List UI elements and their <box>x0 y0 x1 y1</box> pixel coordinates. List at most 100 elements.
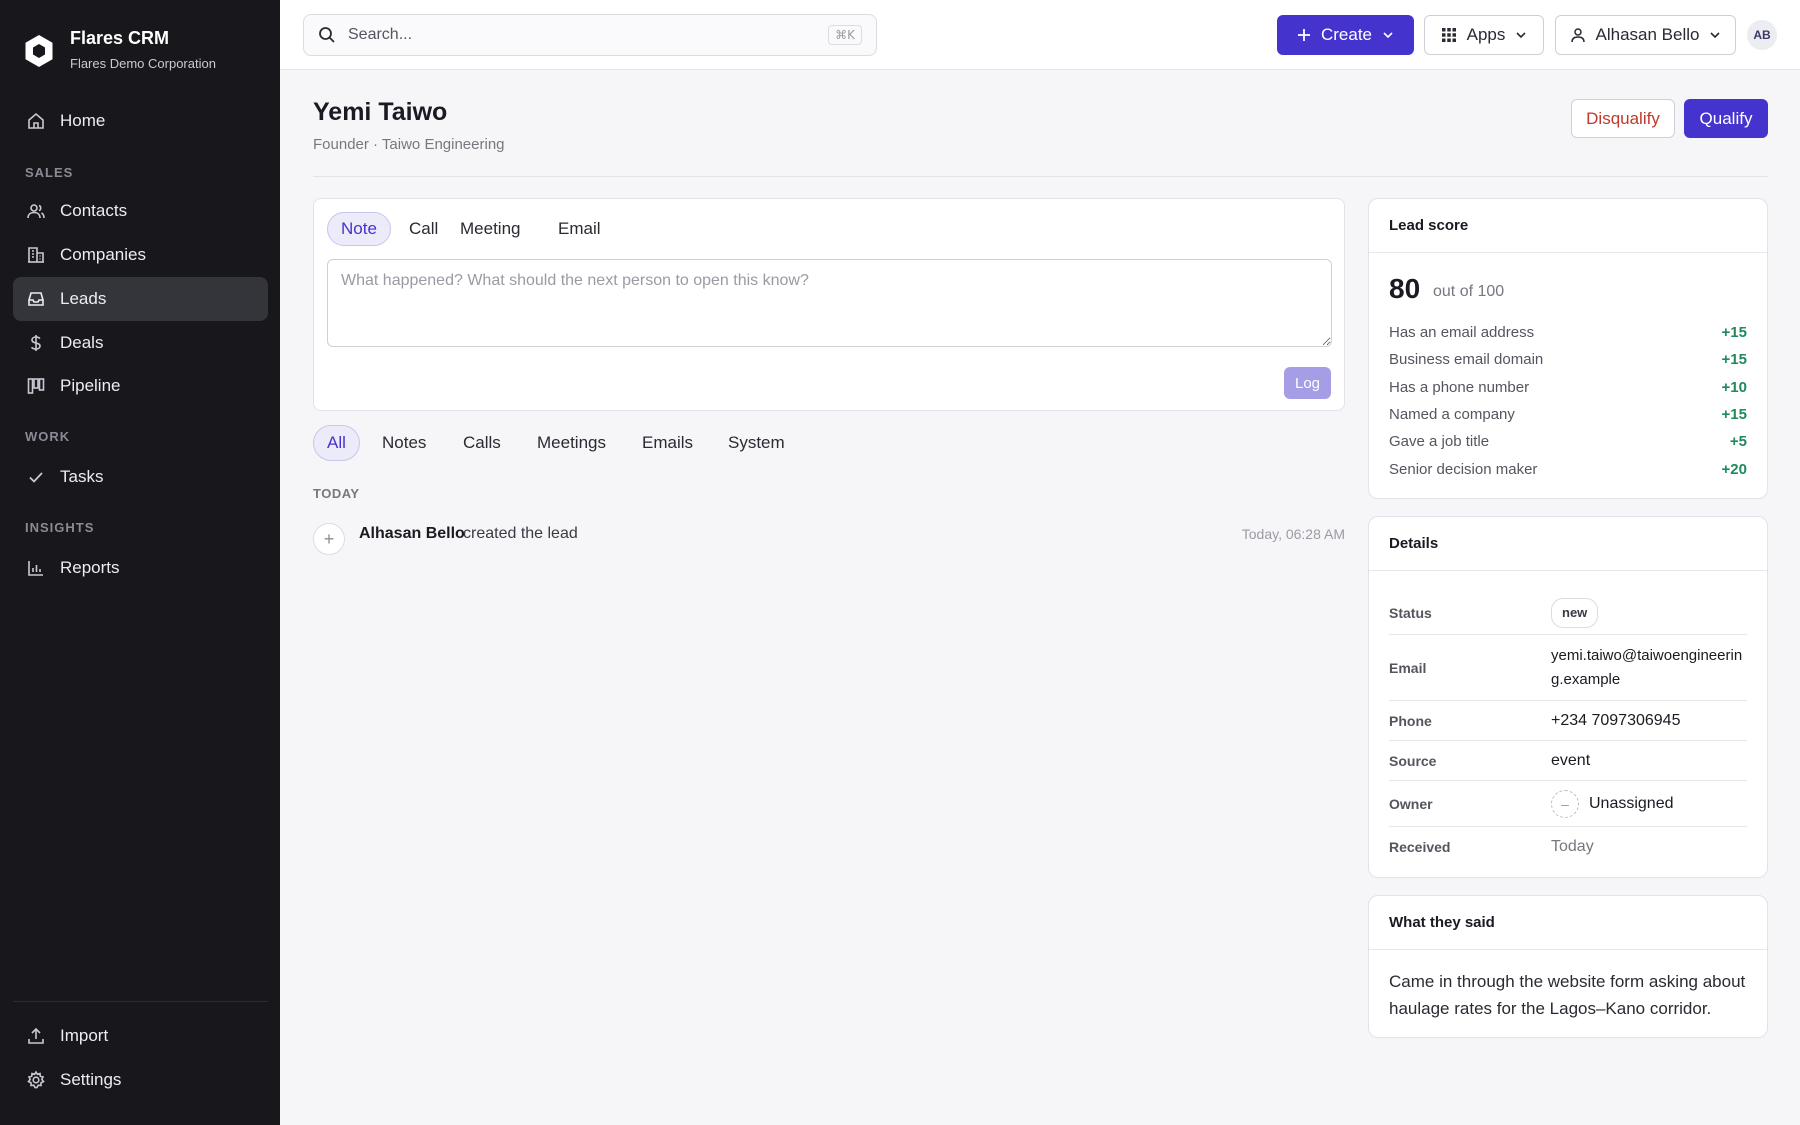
timeline-actor[interactable]: Alhasan Bello <box>359 524 465 544</box>
sidebar-item-label: Companies <box>60 245 146 264</box>
score-row: Has an email address +15 <box>1389 323 1747 341</box>
detail-row-received: Received Today <box>1389 827 1747 867</box>
check-icon <box>29 472 43 483</box>
card-divider <box>1369 570 1767 571</box>
sidebar-item-contacts[interactable]: Contacts <box>13 189 268 233</box>
minus-icon: – <box>1551 789 1579 818</box>
avatar[interactable]: AB <box>1747 20 1777 50</box>
card-divider <box>1369 252 1767 253</box>
sidebar-item-label: Import <box>60 1026 109 1045</box>
status-badge: new <box>1551 597 1599 628</box>
gear-icon <box>27 1070 45 1089</box>
sidebar-item-label: Reports <box>60 558 120 577</box>
lead-score-value: 80 <box>1389 273 1421 304</box>
timeline-group-label: TODAY <box>313 486 360 501</box>
sidebar-item-leads[interactable]: Leads <box>13 277 268 321</box>
chevron-down-icon <box>1383 32 1393 39</box>
sidebar-section-work: WORK <box>25 429 71 444</box>
tab-call[interactable]: Call <box>396 212 451 246</box>
top-bar: ⌘K Create Apps Alhasan Bello AB <box>280 0 1800 70</box>
lead-score-card: Lead score 80 out of 100 Has an email ad… <box>1368 198 1768 499</box>
dollar-icon <box>30 335 41 351</box>
flares-logo-icon <box>25 35 53 67</box>
sidebar: Flares CRM Flares Demo Corporation Home … <box>0 0 280 1125</box>
sidebar-item-companies[interactable]: Companies <box>13 233 268 277</box>
filter-calls[interactable]: Calls <box>450 425 514 461</box>
score-row: Senior decision maker +20 <box>1389 460 1747 478</box>
card-divider <box>1369 949 1767 950</box>
lead-score-out-of: out of 100 <box>1433 283 1505 300</box>
detail-row-email: Email yemi.taiwo@taiwoengineering.exampl… <box>1389 635 1747 701</box>
chevron-down-icon <box>1710 32 1721 39</box>
kanban-icon <box>27 378 45 394</box>
email-value[interactable]: yemi.taiwo@taiwoengineering.example <box>1551 644 1747 692</box>
tab-meeting[interactable]: Meeting <box>447 212 533 246</box>
filter-meetings[interactable]: Meetings <box>524 425 619 461</box>
search-box[interactable]: ⌘K <box>303 14 877 56</box>
inbox-icon <box>28 292 44 306</box>
user-menu-button[interactable]: Alhasan Bello <box>1555 15 1736 55</box>
sidebar-item-label: Home <box>60 111 106 130</box>
what-they-said-title: What they said <box>1389 914 1495 931</box>
detail-row-source: Source event <box>1389 741 1747 781</box>
sidebar-item-import[interactable]: Import <box>13 1014 268 1058</box>
detail-row-status: Status new <box>1389 591 1747 635</box>
user-icon <box>1570 28 1585 43</box>
users-icon <box>27 204 45 219</box>
timeline-action: created the lead <box>463 525 578 542</box>
brand[interactable]: Flares CRM Flares Demo Corporation <box>24 24 216 71</box>
plus-icon <box>1297 29 1310 41</box>
timeline-timestamp: Today, 06:28 AM <box>1241 526 1345 542</box>
sidebar-section-sales: SALES <box>25 165 74 180</box>
detail-row-owner: Owner – Unassigned <box>1389 781 1747 827</box>
disqualify-button[interactable]: Disqualify <box>1571 99 1675 138</box>
score-row: Business email domain +15 <box>1389 350 1747 368</box>
sidebar-item-deals[interactable]: Deals <box>13 321 268 365</box>
sidebar-item-label: Settings <box>60 1070 122 1089</box>
app-name: Flares CRM <box>70 28 170 48</box>
sidebar-item-reports[interactable]: Reports <box>13 546 268 590</box>
search-input[interactable] <box>348 26 817 44</box>
page-title: Yemi Taiwo <box>313 98 448 126</box>
filter-system[interactable]: System <box>715 425 798 461</box>
tab-email[interactable]: Email <box>545 212 614 246</box>
activity-composer: Note Call Meeting Email Log <box>313 198 1345 411</box>
plus-icon: + <box>313 523 345 555</box>
upload-icon <box>28 1027 44 1044</box>
inquiry-message: Came in through the website form asking … <box>1389 972 1746 1018</box>
filter-notes[interactable]: Notes <box>369 425 439 461</box>
source-value: event <box>1551 751 1591 769</box>
owner-picker[interactable]: – Unassigned <box>1551 789 1674 818</box>
building-icon <box>28 247 44 263</box>
sidebar-item-pipeline[interactable]: Pipeline <box>13 364 268 408</box>
sidebar-item-tasks[interactable]: Tasks <box>13 455 268 499</box>
filter-all[interactable]: All <box>313 425 360 461</box>
details-title: Details <box>1389 535 1439 552</box>
apps-button[interactable]: Apps <box>1424 15 1544 55</box>
sidebar-item-label: Tasks <box>60 467 104 486</box>
sidebar-divider <box>13 1001 268 1002</box>
sidebar-item-label: Deals <box>60 333 104 352</box>
chevron-down-icon <box>1516 32 1526 39</box>
qualify-button[interactable]: Qualify <box>1684 99 1768 138</box>
apps-button-label: Apps <box>1466 25 1506 44</box>
filter-emails[interactable]: Emails <box>629 425 706 461</box>
score-row: Named a company +15 <box>1389 405 1747 423</box>
tab-note[interactable]: Note <box>327 212 391 246</box>
details-card: Details Status new Email yemi.taiwo@taiw… <box>1368 516 1768 878</box>
what-they-said-card: What they said Came in through the websi… <box>1368 895 1768 1038</box>
sidebar-item-settings[interactable]: Settings <box>13 1058 268 1102</box>
org-name: Flares Demo Corporation <box>70 56 216 71</box>
score-row: Has a phone number +10 <box>1389 378 1747 396</box>
create-button-label: Create <box>1320 25 1373 44</box>
score-row: Gave a job title +5 <box>1389 432 1747 450</box>
header-divider <box>313 176 1768 177</box>
phone-value[interactable]: +234 7097306945 <box>1551 709 1680 733</box>
sidebar-item-home[interactable]: Home <box>13 99 268 143</box>
sidebar-section-insights: INSIGHTS <box>25 520 95 535</box>
lead-subtitle: Founder · Taiwo Engineering <box>313 136 505 153</box>
log-button[interactable]: Log <box>1284 367 1331 399</box>
note-textarea[interactable] <box>327 259 1332 347</box>
user-menu-label: Alhasan Bello <box>1595 25 1700 44</box>
create-button[interactable]: Create <box>1277 15 1414 55</box>
